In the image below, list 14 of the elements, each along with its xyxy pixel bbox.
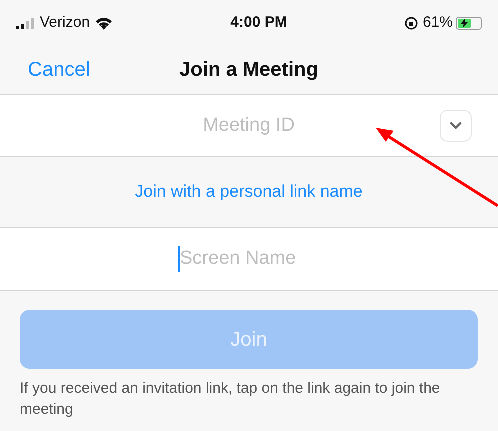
signal-icon: [16, 18, 36, 28]
carrier-name: Verizon: [40, 12, 90, 33]
cancel-button[interactable]: Cancel: [28, 55, 90, 85]
personal-link-name-link[interactable]: Join with a personal link name: [135, 179, 363, 205]
help-text: If you received an invitation link, tap on the link again to join the meeting: [20, 379, 442, 420]
meeting-id-field[interactable]: Meeting ID: [0, 95, 498, 156]
screen-title: Join a Meeting: [180, 59, 318, 81]
battery-percent: 61%: [422, 12, 453, 33]
wifi-icon: [95, 16, 114, 30]
screen-name-field[interactable]: Screen Name: [180, 244, 320, 274]
dropdown-button[interactable]: [440, 110, 472, 142]
rotation-lock-icon: [404, 16, 418, 30]
clock-time: 4:00 PM: [230, 14, 288, 31]
chevron-down-icon: [450, 122, 462, 130]
